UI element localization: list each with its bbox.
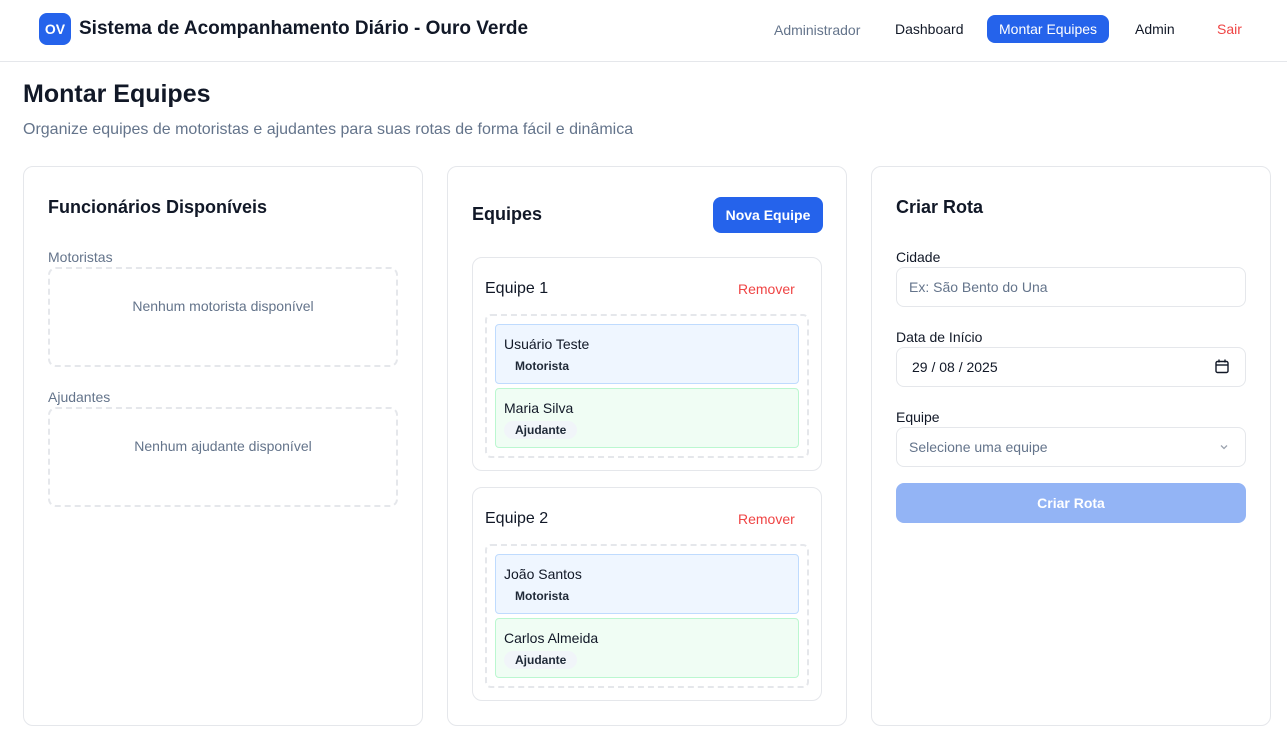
team-name: Equipe 2 — [485, 510, 549, 527]
team-members-dropzone[interactable]: João Santos Motorista Carlos Almeida Aju… — [485, 544, 809, 688]
start-date-input[interactable]: 29 / 08 / 2025 — [896, 347, 1246, 387]
nav-montar-equipes[interactable]: Montar Equipes — [987, 15, 1110, 43]
teams-title: Equipes — [472, 204, 543, 224]
remove-team-button[interactable]: Remover — [738, 511, 795, 527]
city-input[interactable] — [896, 267, 1246, 307]
create-route-button[interactable]: Criar Rota — [896, 483, 1246, 523]
team-select-placeholder: Selecione uma equipe — [909, 439, 1048, 455]
top-navbar: OV Sistema de Acompanhamento Diário - Ou… — [0, 0, 1287, 62]
calendar-icon[interactable] — [1215, 359, 1229, 374]
team-name: Equipe 1 — [485, 280, 549, 297]
logout-link[interactable]: Sair — [1205, 15, 1254, 43]
nav-dashboard[interactable]: Dashboard — [883, 15, 976, 43]
remove-team-button[interactable]: Remover — [738, 281, 795, 297]
member-role-badge: Motorista — [504, 357, 580, 375]
member-name: Carlos Almeida — [504, 630, 599, 646]
team-card: Equipe 2 Remover João Santos Motorista C… — [472, 487, 822, 701]
app-title: Sistema de Acompanhamento Diário - Ouro … — [79, 18, 529, 39]
create-route-title: Criar Rota — [896, 197, 984, 217]
team-select[interactable]: Selecione uma equipe — [896, 427, 1246, 467]
helpers-label: Ajudantes — [48, 389, 111, 405]
team-members-dropzone[interactable]: Usuário Teste Motorista Maria Silva Ajud… — [485, 314, 809, 458]
teams-card: Equipes Nova Equipe Equipe 1 Remover Usu… — [447, 166, 847, 726]
member-role-badge: Ajudante — [504, 421, 578, 439]
chevron-down-icon — [1220, 445, 1228, 450]
helpers-empty-text: Nenhum ajudante disponível — [134, 438, 312, 454]
start-date-value: 29 / 08 / 2025 — [912, 359, 998, 375]
create-route-card: Criar Rota Cidade Data de Início 29 / 08… — [871, 166, 1271, 726]
team-member-driver[interactable]: João Santos Motorista — [495, 554, 799, 614]
team-card: Equipe 1 Remover Usuário Teste Motorista… — [472, 257, 822, 471]
app-logo: OV — [39, 13, 71, 45]
user-role-label: Administrador — [774, 22, 861, 38]
member-name: João Santos — [504, 566, 582, 582]
city-label: Cidade — [896, 249, 941, 265]
drivers-label: Motoristas — [48, 249, 113, 265]
available-employees-title: Funcionários Disponíveis — [48, 197, 268, 217]
team-member-helper[interactable]: Carlos Almeida Ajudante — [495, 618, 799, 678]
member-name: Maria Silva — [504, 400, 574, 416]
member-role-badge: Ajudante — [504, 651, 578, 669]
drivers-dropzone[interactable]: Nenhum motorista disponível — [48, 267, 398, 367]
page-title: Montar Equipes — [23, 80, 211, 108]
member-name: Usuário Teste — [504, 336, 590, 352]
start-date-label: Data de Início — [896, 329, 983, 345]
member-role-badge: Motorista — [504, 587, 580, 605]
team-select-label: Equipe — [896, 409, 940, 425]
new-team-button[interactable]: Nova Equipe — [713, 197, 823, 233]
drivers-empty-text: Nenhum motorista disponível — [132, 298, 314, 314]
team-member-driver[interactable]: Usuário Teste Motorista — [495, 324, 799, 384]
page-subtitle: Organize equipes de motoristas e ajudant… — [23, 121, 634, 138]
nav-admin[interactable]: Admin — [1123, 15, 1187, 43]
helpers-dropzone[interactable]: Nenhum ajudante disponível — [48, 407, 398, 507]
team-member-helper[interactable]: Maria Silva Ajudante — [495, 388, 799, 448]
available-employees-card: Funcionários Disponíveis Motoristas Nenh… — [23, 166, 423, 726]
